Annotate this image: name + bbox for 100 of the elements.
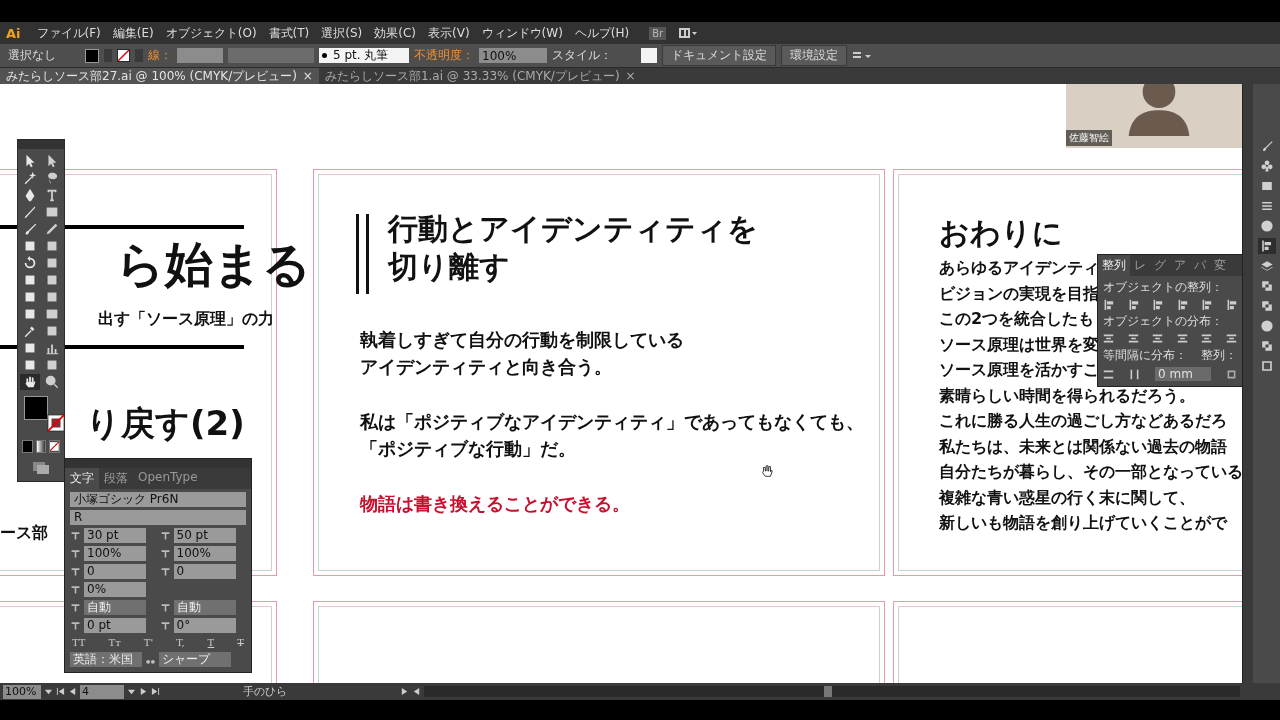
font-style-dropdown[interactable]: R [70,510,246,525]
align-left-icon[interactable] [1103,299,1114,310]
horizontal-scrollbar[interactable] [424,686,1240,697]
language-dropdown[interactable]: 英語：米国 [70,652,142,667]
status-menu-icon[interactable] [400,687,409,696]
text-style-button[interactable]: TT [70,637,88,648]
spin-field[interactable]: 50 pt [173,528,236,543]
fill-swatch[interactable] [85,48,99,63]
next-page-icon[interactable] [139,687,148,696]
zoom-field[interactable]: 100% [3,684,41,699]
distribute-middle-icon[interactable] [1127,333,1139,344]
spin-field[interactable]: 0 pt [84,618,146,633]
stroke-swatch[interactable] [117,49,130,62]
panel-tab[interactable]: 文字 [65,468,99,489]
text-style-button[interactable]: T [205,637,217,648]
align-right-icon[interactable] [1152,299,1164,310]
distribute-left-icon[interactable] [1176,333,1188,344]
setting-dropdown[interactable]: 自動 [84,600,146,615]
spin-field[interactable]: 30 pt [84,528,146,543]
double-bar-icon [356,214,370,294]
document-tab-label[interactable]: みたらしソース部1.ai @ 33.33% (CMYK/プレビュー) [324,68,620,84]
align-center-icon[interactable] [1127,299,1139,310]
panel-tab[interactable]: 整列 [1098,255,1130,276]
spacing-field[interactable]: 0 mm [1155,367,1211,381]
align-to-icon[interactable] [1226,368,1237,380]
document-tab[interactable]: みたらしソース部27.ai @ 100% (CMYK/プレビュー) × [0,68,319,84]
last-page-icon[interactable] [151,687,160,696]
variable-width-field[interactable] [228,48,314,63]
menu-item[interactable]: 書式(T) [262,24,316,42]
font-family-dropdown[interactable]: 小塚ゴシック Pr6N [70,492,246,507]
document-tab-label[interactable]: みたらしソース部27.ai @ 100% (CMYK/プレビュー) [6,68,297,84]
align-panel-icon[interactable] [1257,238,1276,254]
stroke-weight-field[interactable] [177,48,223,63]
menu-item[interactable]: 効果(C) [368,24,422,42]
panel-tab[interactable]: 変 [1210,255,1230,276]
spin-field[interactable]: 100% [84,546,146,561]
spin-field[interactable]: 0% [84,582,146,597]
paragraph: 執着しすぎて自分の行動を制限している アイデンティティと向き合う。 [360,328,684,379]
spin-field[interactable]: 100% [173,546,236,561]
selection-label: 選択なし [8,47,56,64]
text-style-button[interactable]: T [235,637,246,648]
align-middle-icon[interactable] [1201,299,1213,310]
panel-tab[interactable]: グ [1150,255,1170,276]
hand-tool-icon[interactable] [20,374,40,390]
workspace-icon[interactable] [678,27,699,39]
menu-item[interactable]: ウィンドウ(W) [475,24,569,42]
caret-icon[interactable] [44,687,53,696]
vertical-spacing-icon[interactable] [1103,368,1114,380]
close-tab-button[interactable]: × [302,68,313,84]
panel-tab[interactable]: 段落 [99,468,133,489]
settings-button[interactable]: ドキュメント設定 [662,45,776,66]
stroke-swatch[interactable] [47,414,65,432]
color-mode-button[interactable] [22,440,33,453]
close-tab-button[interactable]: × [625,68,636,84]
menu-item[interactable]: ヘルプ(H) [568,24,636,42]
setting-dropdown[interactable]: 自動 [173,600,236,615]
fill-swatch[interactable] [24,396,48,420]
panel-tab[interactable]: レ [1130,255,1150,276]
text-line: 新しいも物語を創り上げていくことがで [939,512,1227,534]
bridge-button[interactable]: Br [649,26,667,40]
screen-mode-icon[interactable] [32,461,50,475]
text-style-button[interactable]: T' [141,637,156,648]
spin-field[interactable]: 0 [173,564,236,579]
opacity-field[interactable]: 100% [479,48,547,63]
distribute-top-icon[interactable] [1103,333,1114,344]
first-page-icon[interactable] [56,687,65,696]
spin-field[interactable]: 0 [84,564,146,579]
panel-tab[interactable]: パ [1190,255,1210,276]
menu-item[interactable]: オブジェクト(O) [159,24,263,42]
stroke-label[interactable]: 線： [148,47,172,64]
gradient-mode-button[interactable] [35,440,47,453]
style-swatch[interactable] [641,48,657,63]
caret-icon[interactable] [127,687,136,696]
align-bottom-icon[interactable] [1225,299,1237,310]
distribute-center-icon[interactable] [1201,333,1213,344]
text-line: 素晴らしい時間を得られるだろう。 [939,384,1195,407]
spin-field[interactable]: 0° [173,618,236,633]
page-field[interactable]: 4 [80,684,124,699]
menu-item[interactable]: ファイル(F) [30,24,107,42]
menu-item[interactable]: 選択(S) [315,24,369,42]
scroll-left-icon[interactable] [412,687,421,696]
settings-button[interactable]: 環境設定 [781,45,847,66]
horizontal-spacing-icon[interactable] [1129,368,1140,380]
menu-item[interactable]: 編集(E) [106,24,160,42]
none-mode-button[interactable] [49,440,60,453]
opacity-label[interactable]: 不透明度： [414,47,474,64]
document-tab[interactable]: みたらしソース部1.ai @ 33.33% (CMYK/プレビュー) × [318,68,642,84]
brush-field[interactable]: 5 pt. 丸筆 [319,48,409,63]
panel-tab[interactable]: OpenType [133,468,203,489]
antialias-dropdown[interactable]: シャープ [159,652,231,667]
distribute-right-icon[interactable] [1225,333,1237,344]
text-style-button[interactable]: Tт [106,637,123,648]
section-label: 等間隔に分布： [1103,347,1187,364]
align-top-icon[interactable] [1176,299,1188,310]
previous-page-icon[interactable] [68,687,77,696]
menu-item[interactable]: 表示(V) [422,24,476,42]
panel-tab[interactable]: ア [1170,255,1190,276]
text-style-button[interactable]: T, [174,637,187,648]
section-label: オブジェクトの分布： [1103,313,1224,330]
distribute-bottom-icon[interactable] [1152,333,1164,344]
